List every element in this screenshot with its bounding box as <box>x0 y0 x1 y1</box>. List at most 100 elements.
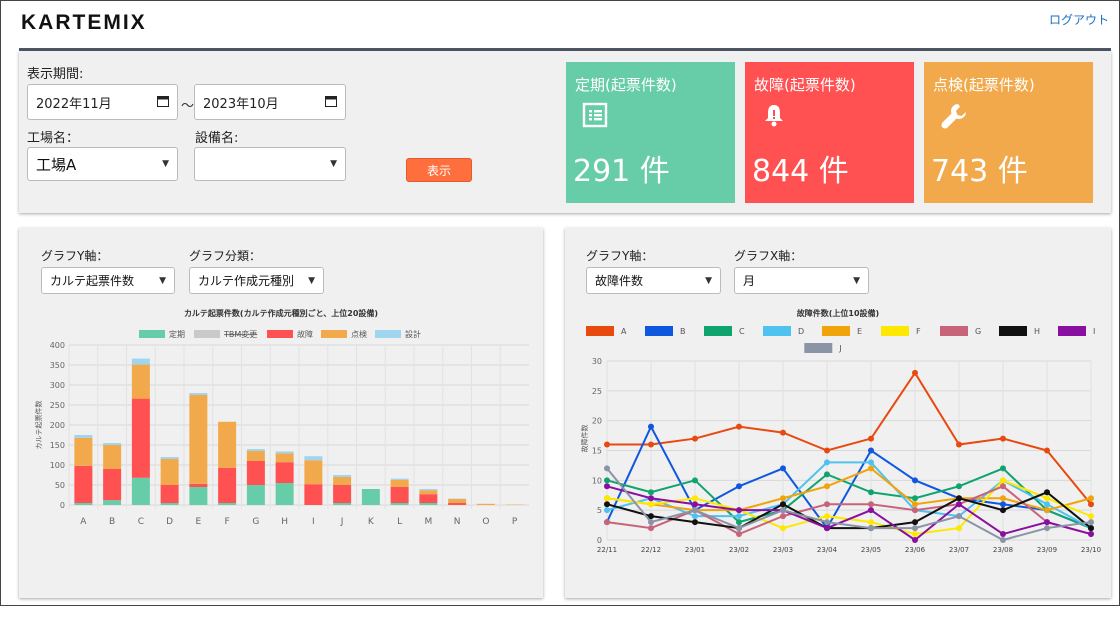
legend-swatch <box>321 330 347 338</box>
data-point <box>912 537 918 543</box>
y-axis-title: カルテ起票件数 <box>34 401 43 450</box>
data-point <box>692 477 698 483</box>
y-tick-label: 30 <box>592 357 602 366</box>
factory-select[interactable]: 工場A ▼ <box>27 147 178 181</box>
data-point <box>824 519 830 525</box>
x-tick-label: O <box>482 517 489 527</box>
date-from-input[interactable]: 2022年11月 <box>27 84 178 120</box>
data-point <box>692 513 698 519</box>
legend-swatch <box>881 326 909 336</box>
bar-segment <box>247 451 265 461</box>
show-button[interactable]: 表示 <box>406 158 472 182</box>
legend-label: A <box>621 327 627 336</box>
data-point <box>604 519 610 525</box>
data-point <box>736 507 742 513</box>
legend-swatch <box>999 326 1027 336</box>
legend-label: E <box>857 327 862 336</box>
calendar-icon[interactable] <box>325 95 337 110</box>
legend-swatch <box>645 326 673 336</box>
bar-segment <box>132 478 150 505</box>
bar-segment <box>218 503 236 505</box>
equipment-select[interactable]: ▼ <box>194 147 346 181</box>
data-point <box>780 501 786 507</box>
data-point <box>824 525 830 531</box>
data-point <box>648 525 654 531</box>
x-tick-label: D <box>166 517 173 527</box>
data-point <box>780 513 786 519</box>
right-y-axis-select[interactable]: 故障件数 ▼ <box>586 267 721 294</box>
legend-swatch <box>139 330 165 338</box>
data-point <box>736 525 742 531</box>
x-tick-label: E <box>196 517 202 527</box>
left-y-axis-select[interactable]: カルテ起票件数 ▼ <box>41 267 175 294</box>
x-tick-label: 23/04 <box>817 546 838 554</box>
data-point <box>1044 448 1050 454</box>
bar-segment <box>161 503 179 505</box>
data-point <box>868 465 874 471</box>
legend-swatch <box>704 326 732 336</box>
left-y-axis-select-value: カルテ起票件数 <box>50 272 134 289</box>
period-label: 表示期間: <box>27 63 83 82</box>
legend-label: F <box>916 327 921 336</box>
x-axis-label: グラフX軸： <box>734 247 802 264</box>
factory-select-value: 工場A <box>36 154 76 175</box>
wrench-icon <box>940 102 968 136</box>
data-point <box>956 513 962 519</box>
data-point <box>736 513 742 519</box>
bar-segment <box>391 487 409 503</box>
data-point <box>912 501 918 507</box>
data-point <box>604 483 610 489</box>
data-point <box>956 525 962 531</box>
x-tick-label: K <box>368 517 375 527</box>
date-to-input[interactable]: 2023年10月 <box>194 84 346 120</box>
x-tick-label: N <box>454 517 461 527</box>
category-label: グラフ分類： <box>189 247 261 264</box>
data-point <box>692 501 698 507</box>
bar-segment <box>189 484 207 487</box>
y-tick-label: 250 <box>50 401 65 410</box>
bar-segment <box>333 477 351 485</box>
legend-label: 点検 <box>351 329 367 339</box>
bar-chart-title: カルテ起票件数(カルテ作成元種別ごと、上位20設備) <box>19 308 543 319</box>
calendar-icon[interactable] <box>157 95 169 110</box>
data-point <box>780 430 786 436</box>
x-tick-label: 23/02 <box>729 546 749 554</box>
logout-link[interactable]: ログアウト <box>1049 11 1109 28</box>
x-tick-label: G <box>252 517 259 527</box>
bar-segment <box>247 461 265 485</box>
y-tick-label: 150 <box>50 441 65 450</box>
data-point <box>648 489 654 495</box>
bar-segment <box>391 479 409 480</box>
bar-chart-panel: グラフY軸： カルテ起票件数 ▼ グラフ分類： カルテ作成元種別 ▼ カルテ起票… <box>19 228 543 598</box>
bar-segment <box>419 494 437 503</box>
legend-swatch <box>375 330 401 338</box>
y-tick-label: 15 <box>592 447 602 456</box>
data-point <box>1000 465 1006 471</box>
x-tick-label: J <box>340 517 344 527</box>
legend-swatch <box>586 326 614 336</box>
y-tick-label: 20 <box>592 417 602 426</box>
x-axis-select[interactable]: 月 ▼ <box>734 267 869 294</box>
bar-segment <box>419 503 437 505</box>
bar-segment <box>132 359 150 365</box>
card-inspection: 点検(起票件数) 743 件 <box>924 62 1093 203</box>
x-tick-label: I <box>312 517 315 527</box>
chevron-down-icon: ▼ <box>705 276 712 286</box>
x-tick-label: A <box>80 517 87 527</box>
bar-segment <box>132 365 150 399</box>
card-failure-title: 故障(起票件数) <box>754 74 856 95</box>
category-select[interactable]: カルテ作成元種別 ▼ <box>189 267 324 294</box>
legend-swatch <box>194 330 220 338</box>
data-point <box>1044 489 1050 495</box>
data-point <box>912 477 918 483</box>
bar-segment <box>74 466 92 503</box>
x-axis-select-value: 月 <box>743 272 755 289</box>
data-point <box>956 495 962 501</box>
right-y-axis-select-value: 故障件数 <box>595 272 643 289</box>
bar-segment <box>247 485 265 505</box>
legend-label: C <box>739 327 745 336</box>
x-tick-label: 23/05 <box>861 546 881 554</box>
data-point <box>912 519 918 525</box>
data-point <box>912 370 918 376</box>
data-point <box>604 501 610 507</box>
